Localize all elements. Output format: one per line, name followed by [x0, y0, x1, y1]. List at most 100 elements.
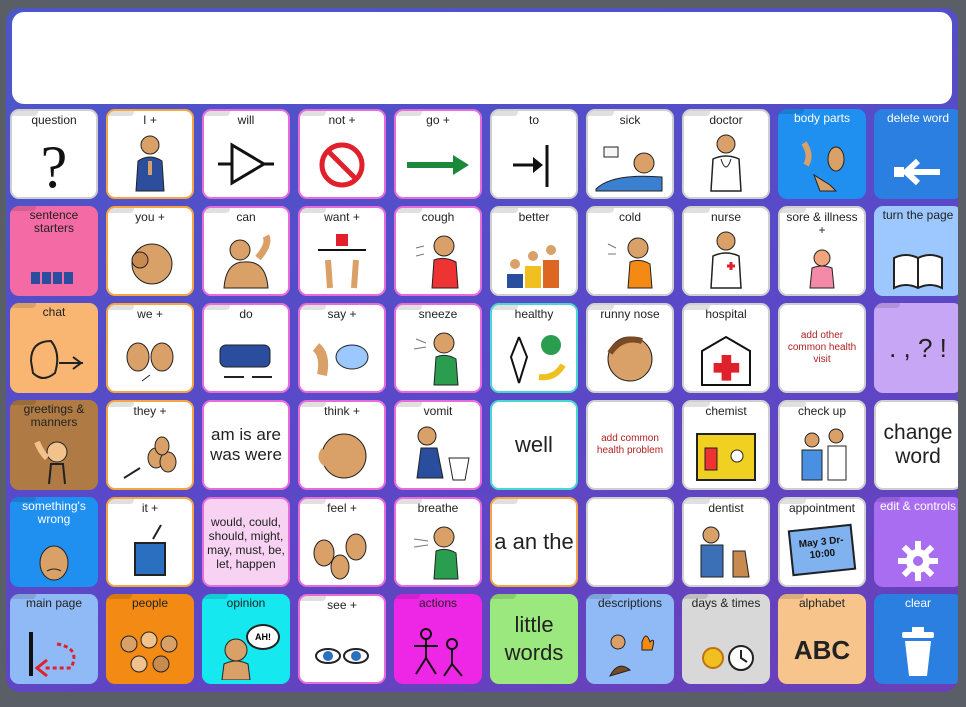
cell-opinion[interactable]: opinion AH!	[202, 594, 290, 684]
board-frame: question ? I + will not + go + to sick d	[6, 8, 958, 692]
cell-modal-verbs[interactable]: would, could, should, might, may, must, …	[202, 497, 290, 587]
backspace-arrow-icon	[894, 158, 940, 186]
cell-actions[interactable]: actions	[394, 594, 482, 684]
vomiting-person-icon	[416, 426, 470, 481]
cell-cold[interactable]: cold	[586, 206, 674, 296]
cell-you[interactable]: you +	[106, 206, 194, 296]
cell-am-is-are[interactable]: am is are was were	[202, 400, 290, 490]
talking-head-icon	[29, 339, 83, 379]
cell-say[interactable]: say +	[298, 303, 386, 393]
cell-alphabet[interactable]: alphabet ABC	[778, 594, 866, 684]
cell-see[interactable]: see +	[298, 594, 386, 684]
group-faces-icon	[123, 436, 177, 479]
sore-person-icon	[809, 249, 835, 289]
cell-label: cold	[618, 210, 641, 224]
cell-not[interactable]: not +	[298, 109, 386, 199]
strong-arm-icon	[223, 234, 271, 289]
cell-body-parts[interactable]: body parts	[778, 109, 866, 199]
cell-label: edit & controls	[879, 499, 957, 513]
cell-healthy[interactable]: healthy	[490, 303, 578, 393]
cell-greetings-manners[interactable]: greetings & manners	[10, 400, 98, 490]
cell-sore-illness[interactable]: sore & illness +	[778, 206, 866, 296]
cell-days-times[interactable]: days & times	[682, 594, 770, 684]
cell-sentence-starters[interactable]: sentence starters	[10, 206, 98, 296]
cell-dentist[interactable]: dentist	[682, 497, 770, 587]
cell-feel[interactable]: feel +	[298, 497, 386, 587]
descriptions-icon	[609, 634, 655, 677]
alphabet-letters: ABC	[793, 635, 851, 665]
cell-add-health-visit[interactable]: add other common health visit	[778, 303, 866, 393]
cell-nurse[interactable]: nurse	[682, 206, 770, 296]
cell-i[interactable]: I +	[106, 109, 194, 199]
cell-go[interactable]: go +	[394, 109, 482, 199]
speech-bubble-icon	[312, 343, 369, 376]
cell-to[interactable]: to	[490, 109, 578, 199]
pointing-box-icon	[134, 524, 166, 576]
cell-can[interactable]: can	[202, 206, 290, 296]
pointing-person-icon	[131, 243, 173, 285]
cell-better[interactable]: better	[490, 206, 578, 296]
cell-check-up[interactable]: check up	[778, 400, 866, 490]
cell-empty[interactable]	[586, 497, 674, 587]
cell-label: can	[236, 210, 256, 224]
vocabulary-grid: question ? I + will not + go + to sick d	[10, 109, 958, 684]
cell-change-word[interactable]: change word	[874, 400, 958, 490]
cell-label	[590, 499, 670, 585]
cell-label: they +	[133, 404, 167, 418]
cell-edit-controls[interactable]: edit & controls	[874, 497, 958, 587]
cell-label: body parts	[793, 111, 851, 125]
arrow-right-icon	[407, 155, 469, 175]
trash-can-icon	[902, 627, 934, 676]
cell-well[interactable]: well	[490, 400, 578, 490]
cell-it[interactable]: it +	[106, 497, 194, 587]
cell-people[interactable]: people	[106, 594, 194, 684]
cell-chemist[interactable]: chemist	[682, 400, 770, 490]
cell-will[interactable]: will	[202, 109, 290, 199]
cell-they[interactable]: they +	[106, 400, 194, 490]
cell-somethings-wrong[interactable]: something's wrong	[10, 497, 98, 587]
cell-punctuation[interactable]: . , ? !	[874, 303, 958, 393]
doctor-icon	[710, 134, 742, 192]
cell-main-page[interactable]: main page	[10, 594, 98, 684]
cell-label: say +	[327, 307, 357, 321]
cell-think[interactable]: think +	[298, 400, 386, 490]
healthy-food-icon	[509, 335, 566, 384]
cell-want[interactable]: want +	[298, 206, 386, 296]
cell-descriptions[interactable]: descriptions	[586, 594, 674, 684]
cell-label: I +	[143, 113, 157, 127]
thinking-face-icon	[318, 433, 367, 479]
cell-hospital[interactable]: hospital	[682, 303, 770, 393]
cell-a-an-the[interactable]: a an the	[490, 497, 578, 587]
cell-breathe[interactable]: breathe	[394, 497, 482, 587]
cell-clear[interactable]: clear	[874, 594, 958, 684]
cell-doctor[interactable]: doctor	[682, 109, 770, 199]
cell-label: am is are was were	[210, 425, 282, 464]
cell-delete-word[interactable]: delete word	[874, 109, 958, 199]
cell-label: vomit	[423, 404, 453, 418]
cell-label: you +	[135, 210, 165, 224]
cell-do[interactable]: do	[202, 303, 290, 393]
cell-add-health-problem[interactable]: add common health problem	[586, 400, 674, 490]
cell-label: do	[239, 307, 253, 321]
cell-little-words[interactable]: little words	[490, 594, 578, 684]
cell-question[interactable]: question ?	[10, 109, 98, 199]
two-faces-icon	[126, 342, 174, 382]
no-sign-icon	[319, 142, 365, 188]
cell-we[interactable]: we +	[106, 303, 194, 393]
svg-text:?: ?	[41, 134, 68, 193]
cell-chat[interactable]: chat	[10, 303, 98, 393]
cell-vomit[interactable]: vomit	[394, 400, 482, 490]
cell-sneeze[interactable]: sneeze	[394, 303, 482, 393]
appointment-card: May 3 Dr-10:00	[787, 523, 857, 577]
cell-label: turn the page	[882, 208, 954, 222]
cell-label: see +	[327, 598, 357, 612]
cell-runny-nose[interactable]: runny nose	[586, 303, 674, 393]
runny-nose-face-icon	[607, 336, 653, 382]
cell-label: appointment	[788, 501, 856, 515]
cell-appointment[interactable]: appointment May 3 Dr-10:00	[778, 497, 866, 587]
medicine-icon	[696, 433, 756, 481]
cell-sick[interactable]: sick	[586, 109, 674, 199]
cell-turn-the-page[interactable]: turn the page	[874, 206, 958, 296]
message-bar[interactable]	[12, 12, 952, 104]
cell-cough[interactable]: cough	[394, 206, 482, 296]
